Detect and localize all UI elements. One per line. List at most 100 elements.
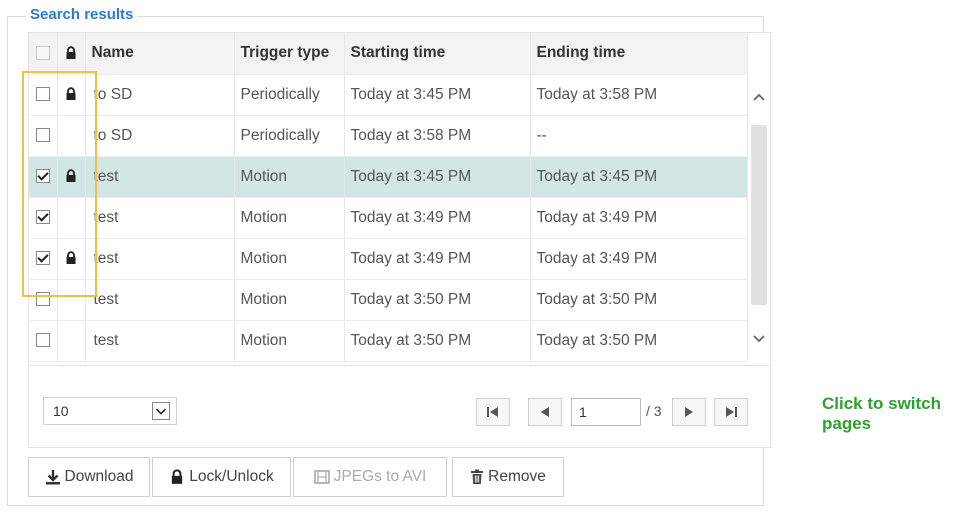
row-checkbox[interactable] (35, 251, 50, 266)
row-name: test (85, 238, 235, 280)
table-row[interactable]: test Motion Today at 3:50 PM Today at 3:50 … (29, 320, 748, 362)
lock-unlock-button[interactable]: Lock/Unlock (152, 457, 291, 497)
row-name: test (85, 197, 235, 239)
first-page-icon (487, 407, 498, 417)
row-starting-time: Today at 3:50 PM (344, 320, 531, 362)
vertical-scrollbar[interactable] (748, 73, 770, 365)
jpegs-to-avi-label: JPEGs to AVI (333, 468, 427, 485)
lock-unlock-label: Lock/Unlock (189, 468, 274, 485)
lock-icon (172, 469, 183, 484)
download-icon (45, 470, 60, 485)
row-checkbox[interactable] (35, 210, 50, 225)
row-checkbox-cell[interactable] (29, 115, 58, 157)
row-starting-time: Today at 3:49 PM (344, 197, 531, 239)
lock-column-header (57, 33, 86, 75)
column-header-trigger-type[interactable]: Trigger type (234, 33, 345, 75)
row-ending-time: Today at 3:58 PM (530, 74, 748, 116)
row-ending-time: Today at 3:50 PM (530, 279, 748, 321)
last-page-button[interactable] (714, 398, 748, 426)
row-checkbox[interactable] (35, 169, 50, 184)
page-size-select[interactable]: 10 (43, 397, 177, 425)
page-size-value: 10 (53, 403, 69, 419)
lock-icon (66, 251, 76, 265)
search-results-legend: Search results (26, 6, 138, 24)
download-label: Download (64, 468, 134, 485)
row-ending-time: Today at 3:50 PM (530, 320, 748, 362)
row-ending-time: Today at 3:49 PM (530, 238, 748, 280)
first-page-button[interactable] (476, 398, 510, 426)
row-lock-cell (57, 279, 86, 321)
page-total-label: / 3 (646, 403, 662, 419)
row-checkbox-cell[interactable] (29, 156, 58, 198)
row-ending-time: -- (530, 115, 748, 157)
prev-page-button[interactable] (528, 398, 562, 426)
row-checkbox-cell[interactable] (29, 238, 58, 280)
results-grid: Name Trigger type Starting time Ending t… (28, 32, 771, 366)
row-lock-cell (57, 320, 86, 362)
lock-icon (66, 87, 76, 101)
lock-icon (66, 169, 76, 183)
table-row[interactable]: test Motion Today at 3:45 PM Today at 3:45 … (29, 156, 748, 198)
row-starting-time: Today at 3:49 PM (344, 238, 531, 280)
row-checkbox[interactable] (35, 87, 50, 102)
scroll-up-icon[interactable] (751, 89, 767, 105)
download-button[interactable]: Download (28, 457, 150, 497)
trash-icon (471, 469, 484, 484)
row-lock-cell (57, 197, 86, 239)
remove-label: Remove (488, 468, 546, 485)
row-name: to SD (85, 115, 235, 157)
table-row[interactable]: test Motion Today at 3:49 PM Today at 3:49 … (29, 197, 748, 239)
row-name: test (85, 279, 235, 321)
table-header-row: Name Trigger type Starting time Ending t… (29, 33, 748, 75)
row-checkbox-cell[interactable] (29, 74, 58, 116)
remove-button[interactable]: Remove (452, 457, 564, 497)
row-trigger-type: Periodically (234, 74, 345, 116)
column-header-starting-time[interactable]: Starting time (344, 33, 531, 75)
column-header-ending-time[interactable]: Ending time (530, 33, 748, 75)
row-trigger-type: Periodically (234, 115, 345, 157)
scrollbar-thumb[interactable] (751, 125, 767, 305)
row-checkbox-cell[interactable] (29, 197, 58, 239)
row-lock-cell (57, 238, 86, 280)
prev-page-icon (541, 407, 549, 417)
row-name: test (85, 320, 235, 362)
row-trigger-type: Motion (234, 156, 345, 198)
jpegs-to-avi-button[interactable]: JPEGs to AVI (293, 457, 447, 497)
row-lock-cell (57, 115, 86, 157)
row-ending-time: Today at 3:45 PM (530, 156, 748, 198)
row-lock-cell (57, 156, 86, 198)
select-all-checkbox[interactable] (35, 46, 50, 61)
next-page-button[interactable] (672, 398, 706, 426)
table-row[interactable]: to SD Periodically Today at 3:58 PM -- (29, 115, 748, 157)
lock-icon (66, 46, 76, 60)
row-starting-time: Today at 3:58 PM (344, 115, 531, 157)
row-name: to SD (85, 74, 235, 116)
row-trigger-type: Motion (234, 197, 345, 239)
last-page-icon (726, 407, 737, 417)
results-table: Name Trigger type Starting time Ending t… (29, 33, 748, 362)
table-row[interactable]: test Motion Today at 3:49 PM Today at 3:49 … (29, 238, 748, 280)
table-row[interactable]: to SD Periodically Today at 3:45 PM Today a… (29, 74, 748, 116)
row-starting-time: Today at 3:45 PM (344, 156, 531, 198)
chevron-down-icon[interactable] (152, 402, 170, 420)
row-trigger-type: Motion (234, 238, 345, 280)
table-row[interactable]: test Motion Today at 3:50 PM Today at 3:50 … (29, 279, 748, 321)
row-trigger-type: Motion (234, 320, 345, 362)
row-name: test (85, 156, 235, 198)
row-checkbox-cell[interactable] (29, 279, 58, 321)
row-starting-time: Today at 3:50 PM (344, 279, 531, 321)
film-icon (313, 470, 330, 484)
row-starting-time: Today at 3:45 PM (344, 74, 531, 116)
row-lock-cell (57, 74, 86, 116)
row-checkbox[interactable] (35, 333, 50, 348)
scroll-down-icon[interactable] (751, 331, 767, 347)
row-checkbox[interactable] (35, 128, 50, 143)
row-ending-time: Today at 3:49 PM (530, 197, 748, 239)
page-number-input[interactable]: 1 (571, 398, 641, 426)
select-all-header[interactable] (29, 33, 58, 75)
row-checkbox[interactable] (35, 292, 50, 307)
switch-pages-annotation: Click to switch pages (822, 394, 942, 433)
row-checkbox-cell[interactable] (29, 320, 58, 362)
next-page-icon (685, 407, 693, 417)
column-header-name[interactable]: Name (85, 33, 235, 75)
